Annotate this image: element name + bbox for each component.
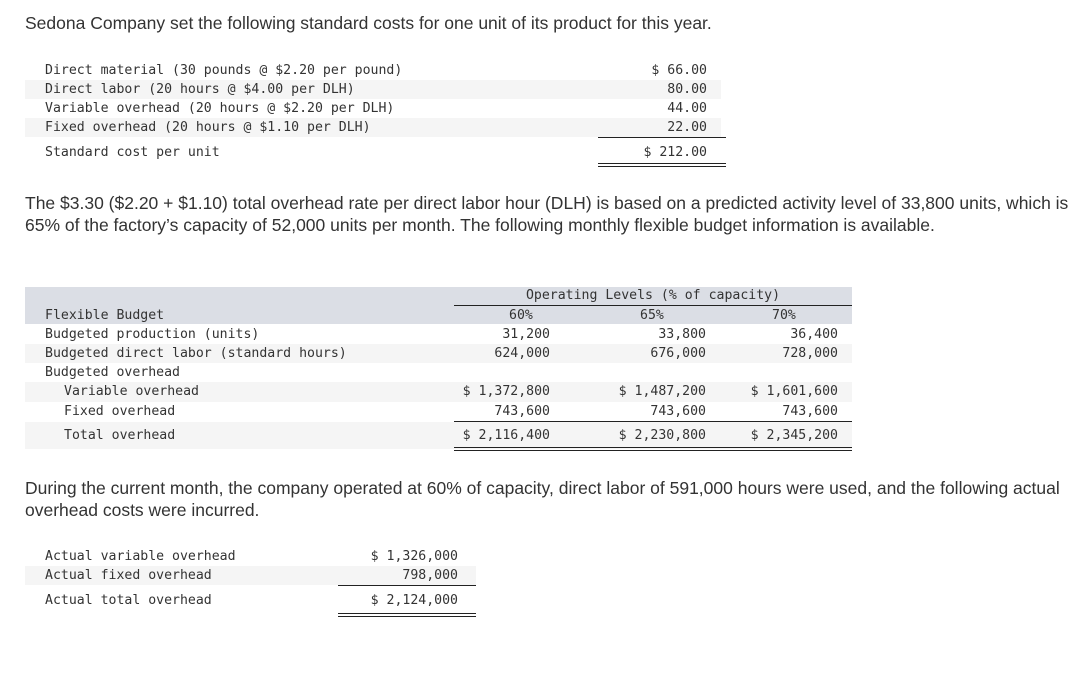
total-double-underline (598, 163, 726, 167)
operating-levels-header: Operating Levels (% of capacity) (525, 288, 781, 303)
table-row: Budgeted production (units) 31,200 33,80… (25, 325, 852, 344)
row-label: Variable overhead (20 hours @ $2.20 per … (45, 101, 395, 116)
total-double-underline (338, 613, 476, 617)
value-65: $ 1,487,200 (618, 384, 706, 399)
row-label: Budgeted overhead (45, 365, 180, 380)
standard-cost-row: Direct material (30 pounds @ $2.20 per p… (25, 61, 721, 80)
total-double-underline (454, 447, 852, 451)
standard-cost-total-row: Standard cost per unit $ 212.00 (25, 142, 721, 163)
value-60: 624,000 (494, 346, 550, 361)
flexible-budget-title: Flexible Budget (45, 308, 165, 323)
value-60: 31,200 (502, 327, 550, 342)
table-row: Fixed overhead 743,600 743,600 743,600 (25, 402, 852, 421)
value-70: 728,000 (782, 346, 838, 361)
value-60: 743,600 (494, 404, 550, 419)
total-label: Actual total overhead (45, 593, 212, 608)
row-label: Actual fixed overhead (45, 568, 212, 583)
column-header-60: 60% (509, 308, 533, 323)
column-header-row: Flexible Budget 60% 65% 70% (25, 306, 852, 325)
intro-paragraph: Sedona Company set the following standar… (25, 13, 712, 33)
column-header-70: 70% (772, 308, 796, 323)
column-header-65: 65% (640, 308, 664, 323)
row-label: Direct material (30 pounds @ $2.20 per p… (45, 63, 403, 78)
row-value: $ 66.00 (651, 63, 707, 78)
table-row: Variable overhead $ 1,372,800 $ 1,487,20… (25, 382, 852, 402)
value-65: $ 2,230,800 (618, 428, 706, 443)
actual-costs-paragraph: During the current month, the company op… (25, 478, 1060, 520)
table-total-row: Total overhead $ 2,116,400 $ 2,230,800 $… (25, 422, 852, 449)
row-label: Direct labor (20 hours @ $4.00 per DLH) (45, 82, 355, 97)
row-value: 22.00 (667, 120, 707, 135)
total-value: $ 2,124,000 (370, 593, 458, 608)
subtotal-underline (598, 137, 726, 138)
row-label: Budgeted production (units) (45, 327, 260, 342)
row-label: Fixed overhead (20 hours @ $1.10 per DLH… (45, 120, 371, 135)
table-row: Budgeted direct labor (standard hours) 6… (25, 344, 852, 363)
row-label: Fixed overhead (64, 404, 176, 419)
subtotal-underline (338, 585, 476, 586)
value-70: $ 2,345,200 (750, 428, 838, 443)
total-value: $ 212.00 (643, 145, 707, 160)
row-label: Total overhead (64, 428, 176, 443)
standard-cost-row: Fixed overhead (20 hours @ $1.10 per DLH… (25, 118, 721, 137)
actual-overhead-total-row: Actual total overhead $ 2,124,000 (25, 590, 476, 611)
standard-cost-row: Direct labor (20 hours @ $4.00 per DLH) … (25, 80, 721, 99)
standard-cost-row: Variable overhead (20 hours @ $2.20 per … (25, 99, 721, 118)
row-label: Budgeted direct labor (standard hours) (45, 346, 347, 361)
row-value: $ 1,326,000 (370, 549, 458, 564)
row-label: Variable overhead (64, 384, 199, 399)
table-row: Budgeted overhead (25, 363, 852, 382)
value-60: $ 2,116,400 (462, 428, 550, 443)
row-label: Actual variable overhead (45, 549, 236, 564)
value-70: $ 1,601,600 (750, 384, 838, 399)
value-65: 33,800 (658, 327, 706, 342)
row-value: 44.00 (667, 101, 707, 116)
value-65: 676,000 (650, 346, 706, 361)
value-65: 743,600 (650, 404, 706, 419)
value-70: 743,600 (782, 404, 838, 419)
actual-overhead-row: Actual fixed overhead 798,000 (25, 566, 476, 585)
actual-overhead-row: Actual variable overhead $ 1,326,000 (25, 547, 476, 566)
row-value: 80.00 (667, 82, 707, 97)
value-70: 36,400 (790, 327, 838, 342)
value-60: $ 1,372,800 (462, 384, 550, 399)
row-value: 798,000 (402, 568, 458, 583)
overhead-rate-paragraph: The $3.30 ($2.20 + $1.10) total overhead… (25, 193, 1069, 235)
total-label: Standard cost per unit (45, 145, 220, 160)
